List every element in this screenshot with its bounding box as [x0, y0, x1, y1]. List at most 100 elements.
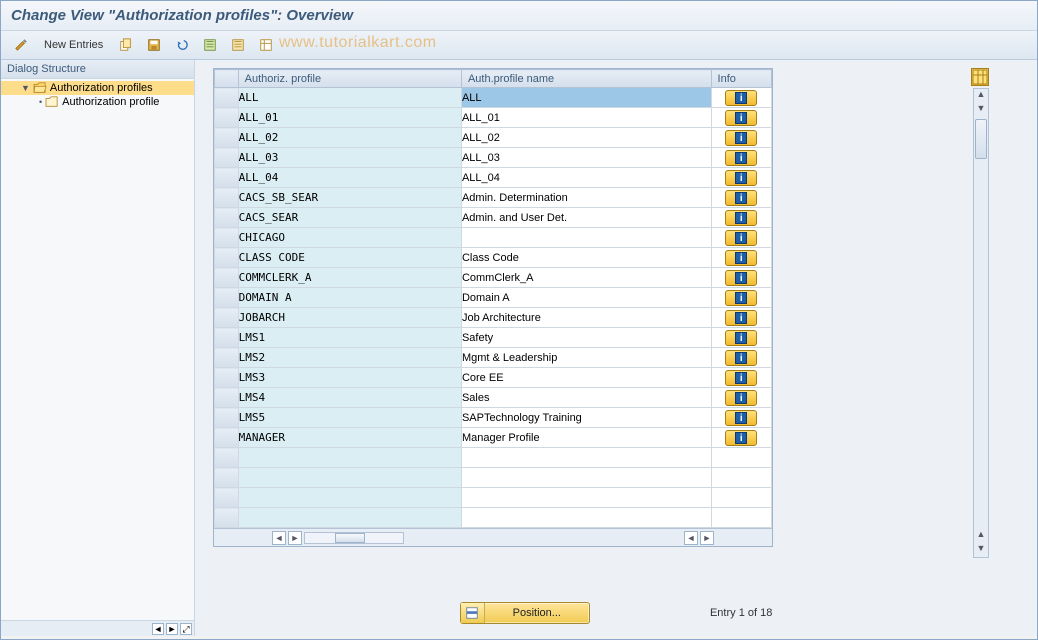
cell-profile[interactable]: COMMCLERK_A — [238, 268, 461, 288]
cell-name[interactable] — [461, 468, 711, 488]
cell-name[interactable] — [461, 488, 711, 508]
tree-item-auth-profile[interactable]: • Authorization profile — [1, 95, 194, 109]
cell-profile[interactable]: LMS4 — [238, 388, 461, 408]
row-selector[interactable] — [215, 508, 239, 528]
hscroll-left-icon[interactable]: ◄ — [272, 531, 286, 545]
cell-profile[interactable]: ALL — [238, 88, 461, 108]
col-selector[interactable] — [215, 70, 239, 88]
info-button[interactable]: i — [725, 370, 757, 386]
cell-profile[interactable]: ALL_04 — [238, 168, 461, 188]
row-selector[interactable] — [215, 148, 239, 168]
cell-name[interactable]: Admin. Determination — [461, 188, 711, 208]
info-button[interactable]: i — [725, 170, 757, 186]
row-selector[interactable] — [215, 388, 239, 408]
info-button[interactable]: i — [725, 350, 757, 366]
configure-columns-icon[interactable] — [971, 68, 989, 86]
cell-name[interactable] — [461, 508, 711, 528]
cell-profile[interactable]: LMS3 — [238, 368, 461, 388]
info-button[interactable]: i — [725, 310, 757, 326]
row-selector[interactable] — [215, 488, 239, 508]
info-button[interactable]: i — [725, 290, 757, 306]
cell-profile[interactable]: DOMAIN A — [238, 288, 461, 308]
row-selector[interactable] — [215, 328, 239, 348]
row-selector[interactable] — [215, 448, 239, 468]
info-button[interactable]: i — [725, 230, 757, 246]
cell-profile[interactable]: ALL_02 — [238, 128, 461, 148]
hscroll-track[interactable] — [304, 532, 404, 544]
row-selector[interactable] — [215, 348, 239, 368]
info-button[interactable]: i — [725, 190, 757, 206]
info-button[interactable]: i — [725, 390, 757, 406]
cell-name[interactable]: CommClerk_A — [461, 268, 711, 288]
info-button[interactable]: i — [725, 430, 757, 446]
cell-profile[interactable]: MANAGER — [238, 428, 461, 448]
cell-profile[interactable]: ALL_03 — [238, 148, 461, 168]
info-button[interactable]: i — [725, 210, 757, 226]
cell-profile[interactable]: LMS2 — [238, 348, 461, 368]
cell-name[interactable] — [461, 228, 711, 248]
expand-icon[interactable]: ▼ — [21, 83, 30, 93]
cell-name[interactable]: Admin. and User Det. — [461, 208, 711, 228]
cell-name[interactable]: ALL_02 — [461, 128, 711, 148]
cell-name[interactable]: ALL_04 — [461, 168, 711, 188]
info-button[interactable]: i — [725, 270, 757, 286]
row-selector[interactable] — [215, 248, 239, 268]
cell-name[interactable]: Domain A — [461, 288, 711, 308]
info-button[interactable]: i — [725, 410, 757, 426]
row-selector[interactable] — [215, 368, 239, 388]
cell-name[interactable]: Manager Profile — [461, 428, 711, 448]
info-button[interactable]: i — [725, 90, 757, 106]
cell-name[interactable]: ALL_03 — [461, 148, 711, 168]
position-button[interactable]: Position... — [460, 602, 590, 624]
row-selector[interactable] — [215, 108, 239, 128]
select-all-icon[interactable] — [198, 35, 222, 55]
row-selector[interactable] — [215, 228, 239, 248]
cell-name[interactable]: Safety — [461, 328, 711, 348]
ds-scroll-right-icon[interactable]: ► — [166, 623, 178, 635]
info-button[interactable]: i — [725, 250, 757, 266]
cell-name[interactable]: Class Code — [461, 248, 711, 268]
row-selector[interactable] — [215, 188, 239, 208]
col-info[interactable]: Info — [711, 70, 771, 88]
vscroll-down2-icon[interactable]: ▼ — [974, 543, 988, 557]
col-profile[interactable]: Authoriz. profile — [238, 70, 461, 88]
cell-name[interactable]: Job Architecture — [461, 308, 711, 328]
new-entries-button[interactable]: New Entries — [37, 35, 110, 55]
cell-name[interactable]: ALL_01 — [461, 108, 711, 128]
cell-name[interactable]: Mgmt & Leadership — [461, 348, 711, 368]
toggle-display-icon[interactable] — [9, 35, 33, 55]
info-button[interactable]: i — [725, 330, 757, 346]
hscroll2-right-icon[interactable]: ► — [700, 531, 714, 545]
ds-scroll-left-icon[interactable]: ◄ — [152, 623, 164, 635]
row-selector[interactable] — [215, 128, 239, 148]
row-selector[interactable] — [215, 408, 239, 428]
hscroll-right-icon[interactable]: ► — [288, 531, 302, 545]
col-name[interactable]: Auth.profile name — [461, 70, 711, 88]
copy-icon[interactable] — [114, 35, 138, 55]
info-button[interactable]: i — [725, 110, 757, 126]
cell-profile[interactable]: LMS5 — [238, 408, 461, 428]
row-selector[interactable] — [215, 428, 239, 448]
undo-icon[interactable] — [170, 35, 194, 55]
ds-expand-icon[interactable]: ⤢ — [180, 623, 192, 635]
cell-name[interactable]: ALL — [461, 88, 711, 108]
row-selector[interactable] — [215, 268, 239, 288]
cell-profile[interactable] — [238, 448, 461, 468]
row-selector[interactable] — [215, 468, 239, 488]
cell-profile[interactable]: CACS_SB_SEAR — [238, 188, 461, 208]
vscroll-thumb[interactable] — [975, 119, 987, 159]
vscroll-track[interactable] — [974, 117, 988, 529]
tree-item-auth-profiles[interactable]: ▼ Authorization profiles — [1, 81, 194, 95]
cell-profile[interactable] — [238, 488, 461, 508]
row-selector[interactable] — [215, 208, 239, 228]
cell-profile[interactable]: JOBARCH — [238, 308, 461, 328]
vscroll-up2-icon[interactable]: ▼ — [974, 103, 988, 117]
row-selector[interactable] — [215, 288, 239, 308]
cell-profile[interactable]: CACS_SEAR — [238, 208, 461, 228]
info-button[interactable]: i — [725, 130, 757, 146]
cell-name[interactable]: SAPTechnology Training — [461, 408, 711, 428]
info-button[interactable]: i — [725, 150, 757, 166]
row-selector[interactable] — [215, 168, 239, 188]
cell-profile[interactable] — [238, 508, 461, 528]
cell-profile[interactable]: ALL_01 — [238, 108, 461, 128]
